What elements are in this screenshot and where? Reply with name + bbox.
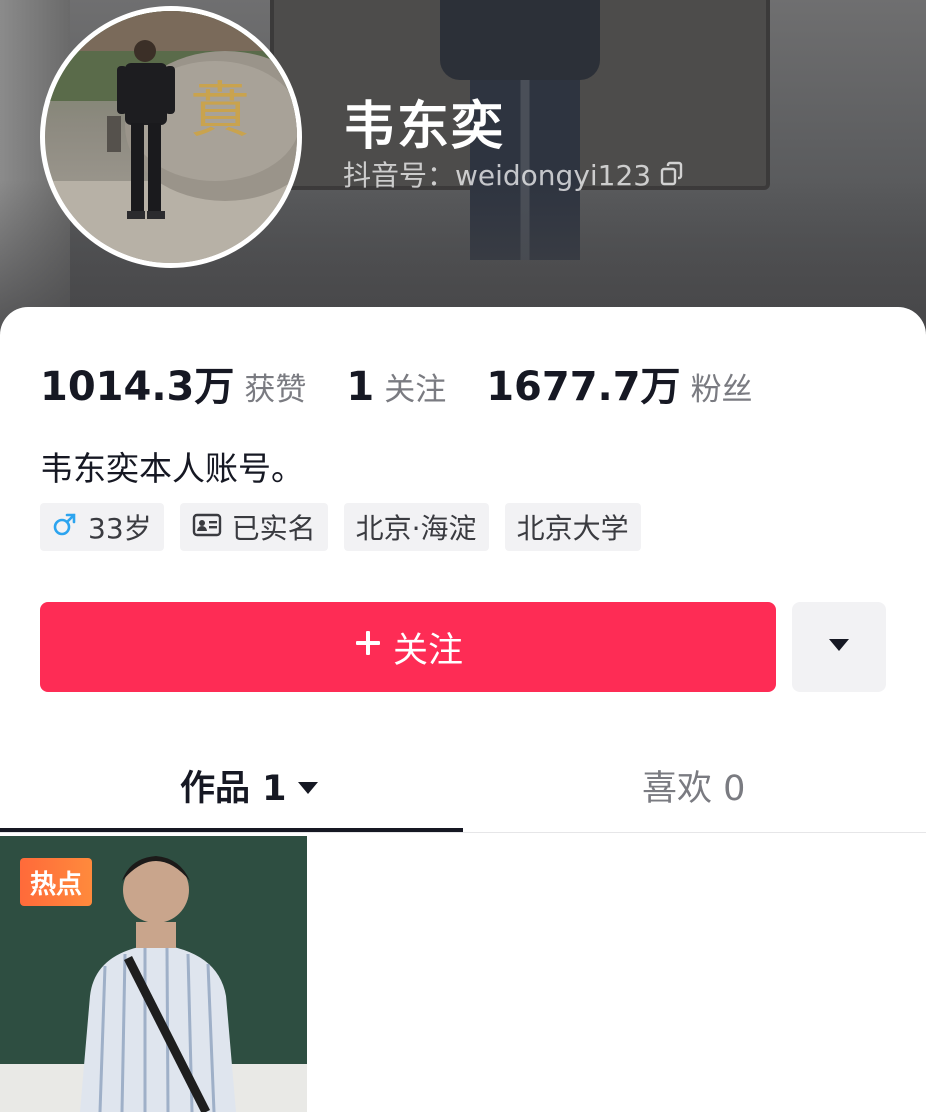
profile-bio: 韦东奕本人账号。 — [40, 449, 304, 488]
banner-figure — [440, 0, 600, 80]
stat-likes-label: 获赞 — [244, 372, 307, 408]
caret-down-icon — [828, 637, 850, 657]
stats-row: 1014.3万 获赞 1 关注 1677.7万 粉丝 — [40, 354, 793, 410]
tag-location: 北京·海淀 — [343, 503, 489, 551]
male-icon — [52, 511, 78, 544]
stat-likes[interactable]: 1014.3万 获赞 — [40, 354, 306, 412]
profile-name: 韦东奕 — [343, 97, 506, 157]
follow-button[interactable]: 关注 — [40, 602, 776, 692]
avatar-photo: 賁 — [45, 11, 297, 263]
stat-followers[interactable]: 1677.7万 粉丝 — [486, 354, 752, 412]
account-id: 抖音号：weidongyi123 — [343, 159, 652, 192]
id-card-icon — [192, 511, 222, 544]
stat-followers-label: 粉丝 — [690, 372, 753, 408]
tag-school[interactable]: 北京大学 — [504, 503, 641, 551]
tab-likes-label: 喜欢 0 — [642, 768, 746, 809]
tab-works-label: 作品 1 — [180, 768, 287, 809]
avatar[interactable]: 賁 — [40, 6, 302, 268]
plus-icon — [353, 627, 383, 667]
video-thumbnail[interactable]: 热点 — [0, 836, 307, 1112]
tag-gender-age: 33岁 — [40, 503, 164, 551]
caret-down-icon[interactable] — [297, 765, 319, 805]
hot-badge: 热点 — [20, 858, 93, 906]
more-options-button[interactable] — [792, 602, 886, 692]
svg-text:賁: 賁 — [190, 76, 250, 146]
tag-verified-label: 已实名 — [231, 512, 316, 545]
stat-following[interactable]: 1 关注 — [346, 364, 446, 410]
tag-age-label: 33岁 — [88, 512, 152, 545]
tab-divider — [0, 832, 926, 833]
tag-verified: 已实名 — [179, 503, 328, 551]
profile-tags: 33岁 已实名 北京·海淀 北京大学 — [40, 503, 641, 551]
stat-followers-value: 1677.7万 — [486, 364, 681, 410]
stat-likes-value: 1014.3万 — [40, 364, 235, 410]
copy-icon[interactable] — [659, 161, 685, 187]
stat-following-label: 关注 — [384, 372, 447, 408]
tab-works[interactable]: 作品 1 — [180, 760, 319, 810]
account-id-row[interactable]: 抖音号：weidongyi123 — [343, 156, 685, 192]
follow-button-label: 关注 — [392, 630, 463, 671]
stat-following-value: 1 — [346, 364, 375, 410]
tab-likes[interactable]: 喜欢 0 — [642, 760, 745, 810]
